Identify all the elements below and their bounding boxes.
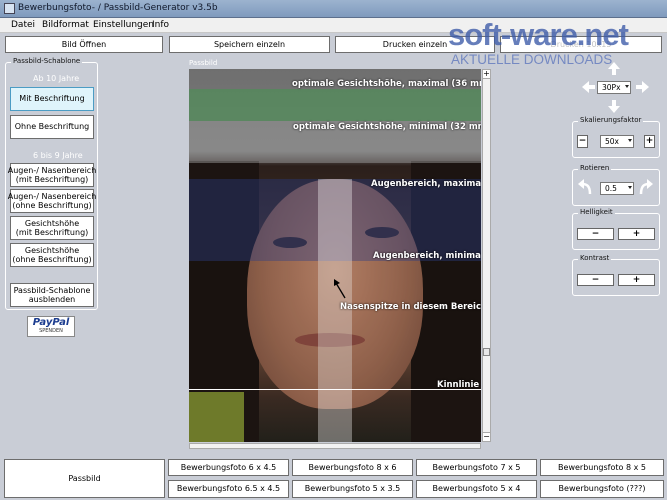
brightness-minus-button[interactable]: − — [577, 228, 614, 240]
move-left-icon[interactable] — [581, 80, 596, 94]
nose-arrow-icon — [334, 279, 346, 299]
window-title: Bewerbungsfoto- / Passbild-Generator v3.… — [18, 3, 218, 13]
eye-nose-with-label-button[interactable]: Augen-/ Nasenbereich (mit Beschriftung) — [8, 163, 96, 187]
move-step-dropdown-icon — [625, 85, 629, 88]
format-5x4-button[interactable]: Bewerbungsfoto 5 x 4 — [416, 480, 537, 498]
canvas-title: Passbild — [189, 59, 218, 67]
with-label-button[interactable]: Mit Beschriftung — [10, 87, 94, 111]
paypal-sub: SPENDEN — [39, 328, 63, 334]
move-step-select[interactable]: 30Px — [597, 81, 631, 94]
scale-dropdown-icon — [628, 139, 632, 142]
age-label-6-9: 6 bis 9 Jahre — [33, 151, 83, 160]
horizontal-scrollbar[interactable] — [189, 443, 481, 449]
scale-plus-button[interactable]: + — [644, 135, 655, 148]
brightness-title: Helligkeit — [578, 208, 615, 216]
move-up-icon[interactable] — [607, 61, 621, 76]
eye-max-text: Augenbereich, maximal — [371, 179, 481, 189]
rotate-left-icon[interactable] — [577, 178, 593, 196]
scale-title: Skalierungsfaktor — [578, 116, 644, 124]
age-label-10: Ab 10 Jahre — [33, 74, 80, 83]
contrast-title: Kontrast — [578, 254, 612, 262]
format-unknown-button[interactable]: Bewerbungsfoto (???) — [540, 480, 664, 498]
min-face-text: optimale Gesichtshöhe, minimal (32 mm) — [293, 122, 481, 132]
paypal-donate-button[interactable]: PayPal SPENDEN — [27, 316, 75, 337]
format-5x35-button[interactable]: Bewerbungsfoto 5 x 3.5 — [292, 480, 413, 498]
scale-value: 50x — [605, 137, 619, 146]
brightness-plus-button[interactable]: + — [618, 228, 655, 240]
move-step-value: 30Px — [602, 83, 621, 92]
photo-canvas[interactable]: optimale Gesichtshöhe, maximal (36 mm) o… — [189, 69, 481, 442]
menu-einstellungen[interactable]: Einstellungen — [93, 20, 154, 30]
face-height-with-label-button[interactable]: Gesichtshöhe (mit Beschriftung) — [10, 216, 94, 240]
nose-text: Nasenspitze in diesem Bereich — [340, 302, 481, 312]
rotate-dropdown-icon — [628, 186, 632, 189]
without-label-button[interactable]: Ohne Beschriftung — [10, 115, 94, 139]
vscroll-thumb[interactable] — [483, 348, 490, 356]
format-passbild-button[interactable]: Passbild — [4, 459, 165, 498]
max-face-text: optimale Gesichtshöhe, maximal (36 mm) — [292, 79, 481, 89]
app-icon — [4, 3, 15, 14]
eye-min-text: Augenbereich, minimal — [373, 251, 481, 261]
foliage — [189, 392, 244, 442]
vscroll-up[interactable]: + — [483, 70, 490, 79]
menu-datei[interactable]: Datei — [11, 20, 35, 30]
format-8x6-button[interactable]: Bewerbungsfoto 8 x 6 — [292, 459, 413, 476]
format-7x5-button[interactable]: Bewerbungsfoto 7 x 5 — [416, 459, 537, 476]
watermark-subtitle: AKTUELLE DOWNLOADS — [451, 52, 613, 67]
menu-info[interactable]: Info — [152, 20, 169, 30]
menu-bildformat[interactable]: Bildformat — [42, 20, 89, 30]
format-65x45-button[interactable]: Bewerbungsfoto 6.5 x 4.5 — [168, 480, 289, 498]
max-face-band — [189, 89, 481, 121]
contrast-minus-button[interactable]: − — [577, 274, 614, 286]
move-right-icon[interactable] — [635, 80, 650, 94]
paypal-logo: PayPal — [32, 317, 70, 328]
template-group-title: Passbild-Schablone — [11, 57, 83, 65]
format-6x45-button[interactable]: Bewerbungsfoto 6 x 4.5 — [168, 459, 289, 476]
watermark-logo: soft-ware.net — [448, 17, 629, 52]
rotate-value: 0.5 — [605, 184, 617, 193]
contrast-plus-button[interactable]: + — [618, 274, 655, 286]
eye-nose-without-label-button[interactable]: Augen-/ Nasenbereich (ohne Beschriftung) — [8, 189, 96, 213]
vertical-scrollbar[interactable]: + − — [482, 69, 491, 442]
format-8x5-button[interactable]: Bewerbungsfoto 8 x 5 — [540, 459, 664, 476]
move-down-icon[interactable] — [607, 99, 621, 114]
rotate-right-icon[interactable] — [638, 178, 654, 196]
hide-template-button[interactable]: Passbild-Schablone ausblenden — [10, 283, 94, 307]
scale-select[interactable]: 50x — [600, 135, 634, 148]
face-height-without-label-button[interactable]: Gesichtshöhe (ohne Beschriftung) — [10, 243, 94, 267]
title-bar: Bewerbungsfoto- / Passbild-Generator v3.… — [0, 0, 667, 18]
save-single-button[interactable]: Speichern einzeln — [169, 36, 330, 53]
rotate-title: Rotieren — [578, 164, 612, 172]
scale-minus-button[interactable]: − — [577, 135, 588, 148]
open-image-button[interactable]: Bild Öffnen — [5, 36, 163, 53]
chin-text: Kinnlinie — [437, 380, 480, 390]
vscroll-down[interactable]: − — [483, 432, 490, 441]
rotate-select[interactable]: 0.5 — [600, 182, 634, 195]
